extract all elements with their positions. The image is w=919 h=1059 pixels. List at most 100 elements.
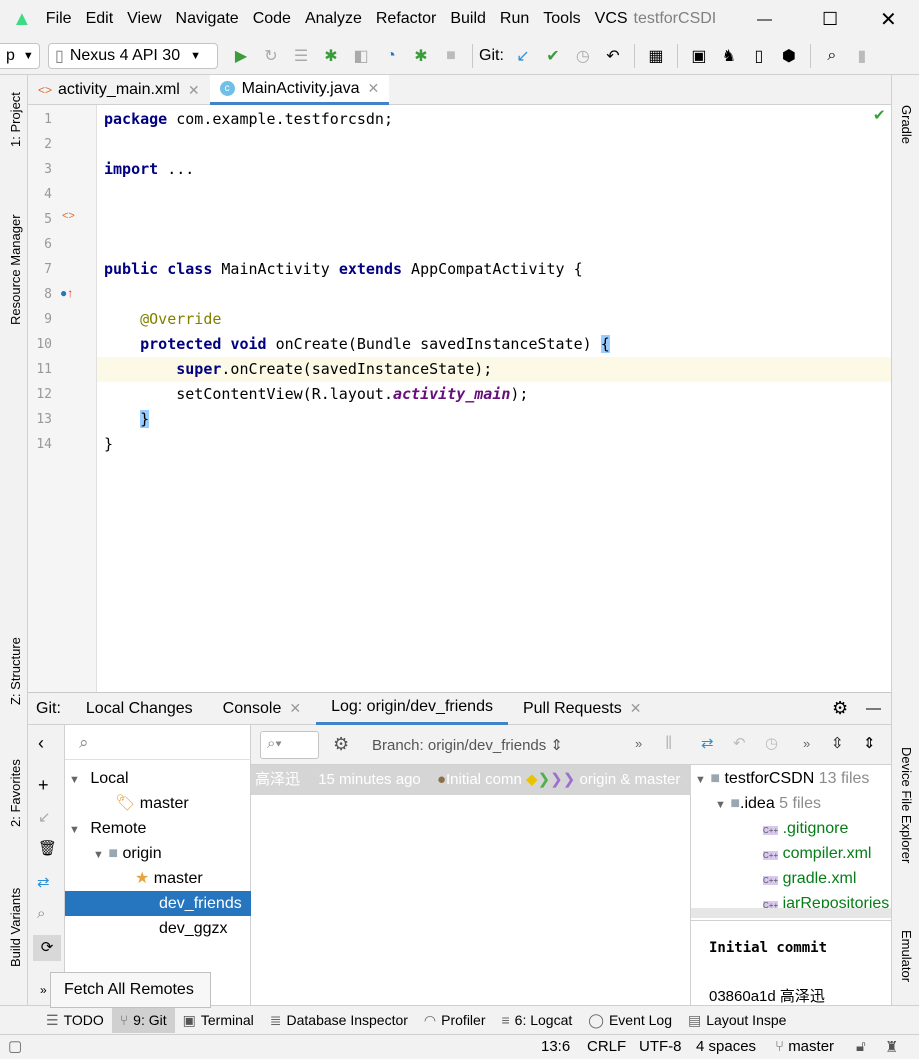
file-item[interactable]: C++ gradle.xml xyxy=(763,866,856,891)
back-icon[interactable]: ‹ xyxy=(38,733,44,754)
menu-file[interactable]: File xyxy=(46,10,72,28)
project-structure-icon[interactable]: ▦ xyxy=(641,46,671,66)
branch-group-local[interactable]: ▼ Local xyxy=(69,766,129,791)
module-select[interactable]: p ▼ xyxy=(0,43,40,69)
avd-manager-icon[interactable]: ▣ xyxy=(684,46,714,66)
profile-icon[interactable]: ◔ xyxy=(376,47,406,65)
branch-filter[interactable]: Branch: origin/dev_friends ⇕ xyxy=(372,736,563,754)
tool-git[interactable]: ⑂ 9: Git xyxy=(111,1007,175,1033)
branch-group-remote[interactable]: ▼ Remote xyxy=(69,816,146,841)
git-update-icon[interactable]: ↙ xyxy=(508,46,538,66)
device-manager-icon[interactable]: ▯ xyxy=(744,46,774,66)
update-branch-icon[interactable]: ↙ xyxy=(38,808,51,826)
attach-debugger-icon[interactable]: ✱ xyxy=(406,46,436,66)
expand-all-icon[interactable]: ⇳ xyxy=(831,734,844,752)
collapse-all-icon[interactable]: ⇕ xyxy=(863,734,876,752)
more-icon[interactable]: » xyxy=(635,736,642,751)
menu-tools[interactable]: Tools xyxy=(543,10,580,28)
horizontal-scrollbar[interactable] xyxy=(691,908,891,918)
code-line[interactable]: public class MainActivity extends AppCom… xyxy=(104,257,583,282)
tool-terminal[interactable]: ▣ Terminal xyxy=(175,1007,262,1033)
tool-device-file-explorer[interactable]: Device File Explorer xyxy=(899,747,914,863)
tool-structure[interactable]: Z: Structure xyxy=(8,637,23,705)
run-coverage-icon[interactable]: ◧ xyxy=(346,46,376,66)
stop-icon[interactable]: ■ xyxy=(436,47,466,65)
menu-refactor[interactable]: Refactor xyxy=(376,10,436,28)
tab-log[interactable]: Log: origin/dev_friends xyxy=(316,692,508,725)
tab-activity-main-xml[interactable]: <> activity_main.xml ✕ xyxy=(28,75,210,105)
tool-layout-inspector[interactable]: ▤ Layout Inspe xyxy=(680,1007,794,1033)
new-branch-icon[interactable]: + xyxy=(38,775,49,796)
sdk-manager-icon[interactable]: ⬢ xyxy=(774,46,804,66)
apply-changes-icon[interactable]: ↻ xyxy=(256,46,286,66)
fetch-icon[interactable]: ⟳ xyxy=(33,935,61,961)
more-icon[interactable]: » xyxy=(803,736,810,751)
search-icon[interactable]: ⌕ xyxy=(79,733,89,753)
close-tab-icon[interactable]: ✕ xyxy=(188,82,200,99)
branch-local-master[interactable]: 🏷 master xyxy=(115,791,189,816)
device-select[interactable]: ▯ Nexus 4 API 30 ▼ xyxy=(48,43,218,69)
file-item[interactable]: C++ compiler.xml xyxy=(763,841,871,866)
lock-icon[interactable]: 🔓︎ xyxy=(856,1038,866,1055)
branch-dev-ggzx[interactable]: dev_ggzx xyxy=(159,916,228,941)
tool-logcat[interactable]: ≡ 6: Logcat xyxy=(494,1007,581,1033)
code-line[interactable]: setContentView(R.layout.activity_main); xyxy=(104,382,528,407)
menu-run[interactable]: Run xyxy=(500,10,529,28)
settings-gear-icon[interactable]: ⚙ xyxy=(333,734,349,755)
file-encoding[interactable]: UTF-8 xyxy=(639,1038,682,1055)
tool-build-variants[interactable]: Build Variants xyxy=(8,888,23,967)
file-tree-root[interactable]: ▼ ■ testforCSDN 13 files xyxy=(695,766,869,791)
inspector-hat-icon[interactable]: ♜ xyxy=(885,1038,898,1056)
minimize-button[interactable]: — xyxy=(757,11,772,28)
menu-code[interactable]: Code xyxy=(253,10,291,28)
tool-gradle[interactable]: Gradle xyxy=(899,105,914,144)
account-icon[interactable]: ▮ xyxy=(847,46,877,66)
file-item[interactable]: C++ .gitignore xyxy=(763,816,848,841)
tool-database-inspector[interactable]: ≣ Database Inspector xyxy=(262,1007,416,1033)
debug-icon[interactable]: ✱ xyxy=(316,46,346,66)
compare-icon[interactable]: ⇄ xyxy=(37,873,50,891)
history-icon[interactable]: ◷ xyxy=(765,734,778,752)
branch-origin-master[interactable]: ★ master xyxy=(135,866,203,891)
code-line[interactable]: } xyxy=(104,407,150,432)
code-line[interactable]: super.onCreate(savedInstanceState); xyxy=(104,357,492,382)
menu-vcs[interactable]: VCS xyxy=(595,10,628,28)
code-line[interactable]: package com.example.testforcsdn; xyxy=(104,107,393,132)
show-diff-icon[interactable]: ⇄ xyxy=(701,734,714,752)
caret-position[interactable]: 13:6 xyxy=(541,1038,570,1055)
settings-gear-icon[interactable]: ⚙ xyxy=(832,698,848,719)
tab-console[interactable]: Console ✕ xyxy=(208,692,316,725)
code-line[interactable]: protected void onCreate(Bundle savedInst… xyxy=(104,332,610,357)
menu-build[interactable]: Build xyxy=(450,10,486,28)
code-lines[interactable]: package com.example.testforcsdn; import .… xyxy=(97,107,891,687)
commit-row[interactable]: 高泽迅 15 minutes ago ●Initial comn ◆❯❯❯ or… xyxy=(251,765,691,795)
code-line[interactable]: @Override xyxy=(104,307,221,332)
tool-resource-manager[interactable]: Resource Manager xyxy=(8,214,23,325)
hide-panel-icon[interactable]: — xyxy=(866,700,881,717)
tab-mainactivity-java[interactable]: c MainActivity.java ✕ xyxy=(209,75,390,105)
tool-event-log[interactable]: ◯ Event Log xyxy=(580,1007,680,1033)
tool-favorites[interactable]: 2: Favorites xyxy=(8,759,23,827)
run-icon[interactable]: ▶ xyxy=(226,46,256,66)
log-search-input[interactable]: ⌕▾ xyxy=(260,731,319,759)
tool-profiler[interactable]: ◠ Profiler xyxy=(416,1007,494,1033)
tool-todo[interactable]: ☰ TODO xyxy=(38,1007,112,1033)
code-line[interactable]: } xyxy=(104,432,113,457)
tool-project[interactable]: 1: Project xyxy=(8,92,23,147)
search-icon[interactable]: ⌕ xyxy=(817,47,847,65)
gradle-sync-icon[interactable]: ♞ xyxy=(714,46,744,66)
maximize-button[interactable]: ☐ xyxy=(822,9,838,30)
branch-dev-friends[interactable]: dev_friends xyxy=(65,891,251,916)
menu-analyze[interactable]: Analyze xyxy=(305,10,362,28)
search-icon[interactable]: ⌕ xyxy=(37,905,45,922)
more-icon[interactable]: » xyxy=(40,983,47,997)
pause-icon[interactable]: ‖ xyxy=(665,733,672,754)
tab-pull-requests[interactable]: Pull Requests ✕ xyxy=(508,692,656,725)
delete-branch-icon[interactable]: 🗑 xyxy=(38,839,57,857)
remote-origin[interactable]: ▼ ■ origin xyxy=(93,841,162,866)
git-history-icon[interactable]: ◷ xyxy=(568,46,598,66)
menu-navigate[interactable]: Navigate xyxy=(176,10,239,28)
close-tab-icon[interactable]: ✕ xyxy=(368,80,380,97)
close-tab-icon[interactable]: ✕ xyxy=(289,700,301,717)
indent-setting[interactable]: 4 spaces xyxy=(696,1038,756,1055)
